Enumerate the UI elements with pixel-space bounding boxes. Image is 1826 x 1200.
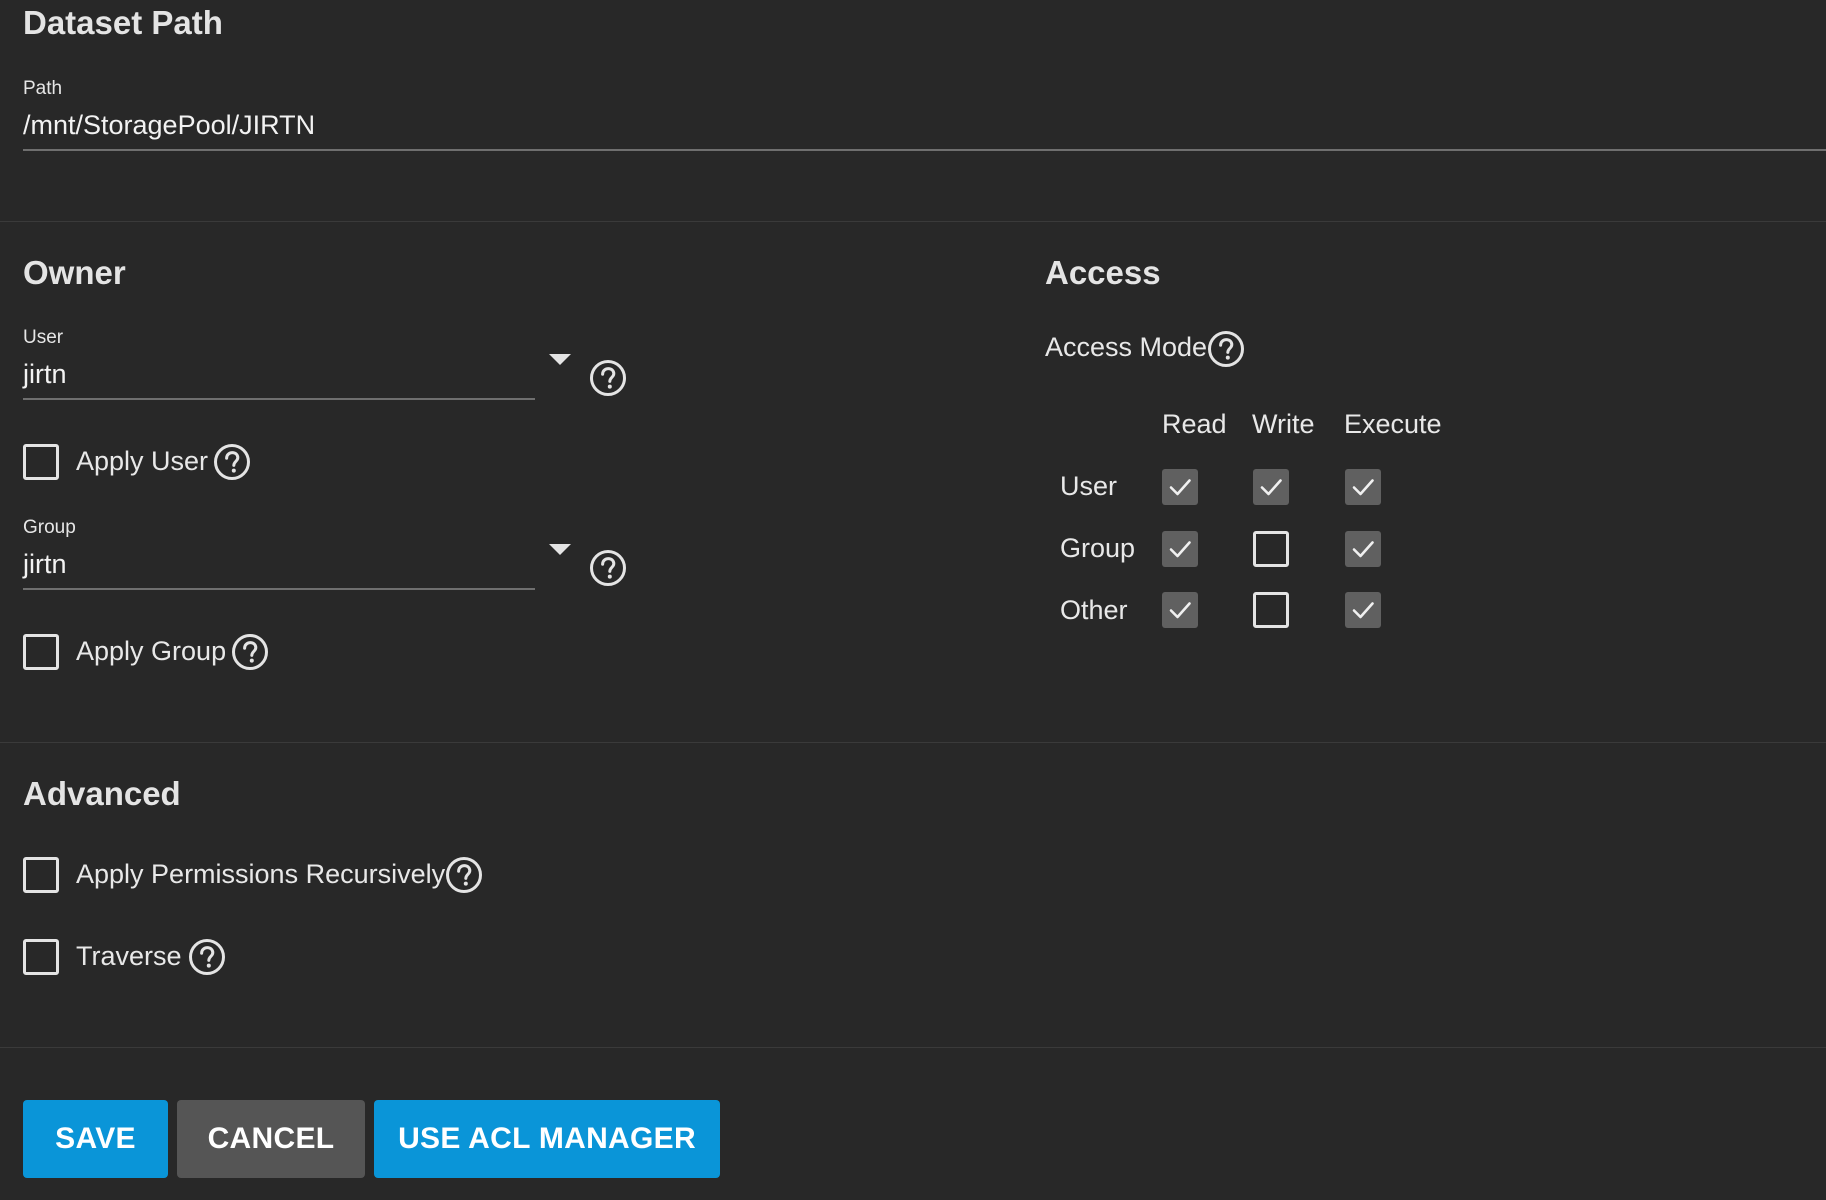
user-write-checkbox[interactable] bbox=[1253, 469, 1289, 505]
owner-title: Owner bbox=[23, 254, 126, 291]
user-dropdown-caret-icon[interactable] bbox=[549, 354, 571, 365]
divider bbox=[0, 1047, 1826, 1048]
row-other-label: Other bbox=[1060, 595, 1128, 625]
user-execute-checkbox[interactable] bbox=[1345, 469, 1381, 505]
apply-group-checkbox[interactable] bbox=[23, 634, 59, 670]
user-select-value[interactable]: jirtn bbox=[23, 359, 67, 390]
check-icon bbox=[1169, 602, 1191, 619]
cancel-button[interactable]: CANCEL bbox=[177, 1100, 365, 1178]
apply-recursively-checkbox[interactable] bbox=[23, 857, 59, 893]
dataset-path-title: Dataset Path bbox=[23, 4, 223, 41]
other-write-checkbox[interactable] bbox=[1253, 592, 1289, 628]
row-user-label: User bbox=[1060, 471, 1118, 501]
column-write: Write bbox=[1252, 409, 1315, 439]
check-icon bbox=[1352, 479, 1374, 496]
access-title: Access bbox=[1045, 254, 1161, 291]
check-icon bbox=[1352, 541, 1374, 558]
traverse-label: Traverse bbox=[76, 941, 182, 971]
user-help-icon[interactable] bbox=[589, 359, 627, 397]
check-icon bbox=[1169, 541, 1191, 558]
group-dropdown-caret-icon[interactable] bbox=[549, 544, 571, 555]
traverse-checkbox[interactable] bbox=[23, 939, 59, 975]
group-write-checkbox[interactable] bbox=[1253, 531, 1289, 567]
column-read: Read bbox=[1162, 409, 1227, 439]
other-read-checkbox[interactable] bbox=[1162, 592, 1198, 628]
apply-user-label: Apply User bbox=[76, 446, 209, 476]
group-read-checkbox[interactable] bbox=[1162, 531, 1198, 567]
group-execute-checkbox[interactable] bbox=[1345, 531, 1381, 567]
path-value[interactable]: /mnt/StoragePool/JIRTN bbox=[23, 110, 315, 141]
use-acl-manager-button[interactable]: USE ACL MANAGER bbox=[374, 1100, 720, 1178]
check-icon bbox=[1352, 602, 1374, 619]
group-label: Group bbox=[23, 517, 76, 538]
access-mode-help-icon[interactable] bbox=[1207, 330, 1245, 368]
apply-user-help-icon[interactable] bbox=[213, 443, 251, 481]
path-label: Path bbox=[23, 78, 63, 99]
advanced-title: Advanced bbox=[23, 775, 181, 812]
apply-group-help-icon[interactable] bbox=[231, 633, 269, 671]
user-label: User bbox=[23, 327, 64, 348]
apply-recursively-help-icon[interactable] bbox=[445, 856, 483, 894]
apply-recursively-label: Apply Permissions Recursively bbox=[76, 859, 446, 889]
save-button[interactable]: SAVE bbox=[23, 1100, 168, 1178]
permissions-form: Dataset Path Path /mnt/StoragePool/JIRTN… bbox=[0, 0, 1826, 1200]
check-icon bbox=[1260, 479, 1282, 496]
check-icon bbox=[1169, 479, 1191, 496]
user-underline bbox=[23, 398, 535, 400]
apply-group-label: Apply Group bbox=[76, 636, 227, 666]
row-group-label: Group bbox=[1060, 533, 1136, 563]
user-read-checkbox[interactable] bbox=[1162, 469, 1198, 505]
traverse-help-icon[interactable] bbox=[188, 938, 226, 976]
access-mode-label: Access Mode bbox=[1045, 332, 1208, 362]
divider bbox=[0, 221, 1826, 222]
path-underline bbox=[23, 149, 1826, 151]
other-execute-checkbox[interactable] bbox=[1345, 592, 1381, 628]
group-select-value[interactable]: jirtn bbox=[23, 549, 67, 580]
group-help-icon[interactable] bbox=[589, 549, 627, 587]
apply-user-checkbox[interactable] bbox=[23, 444, 59, 480]
group-underline bbox=[23, 588, 535, 590]
divider bbox=[0, 742, 1826, 743]
column-execute: Execute bbox=[1344, 409, 1442, 439]
